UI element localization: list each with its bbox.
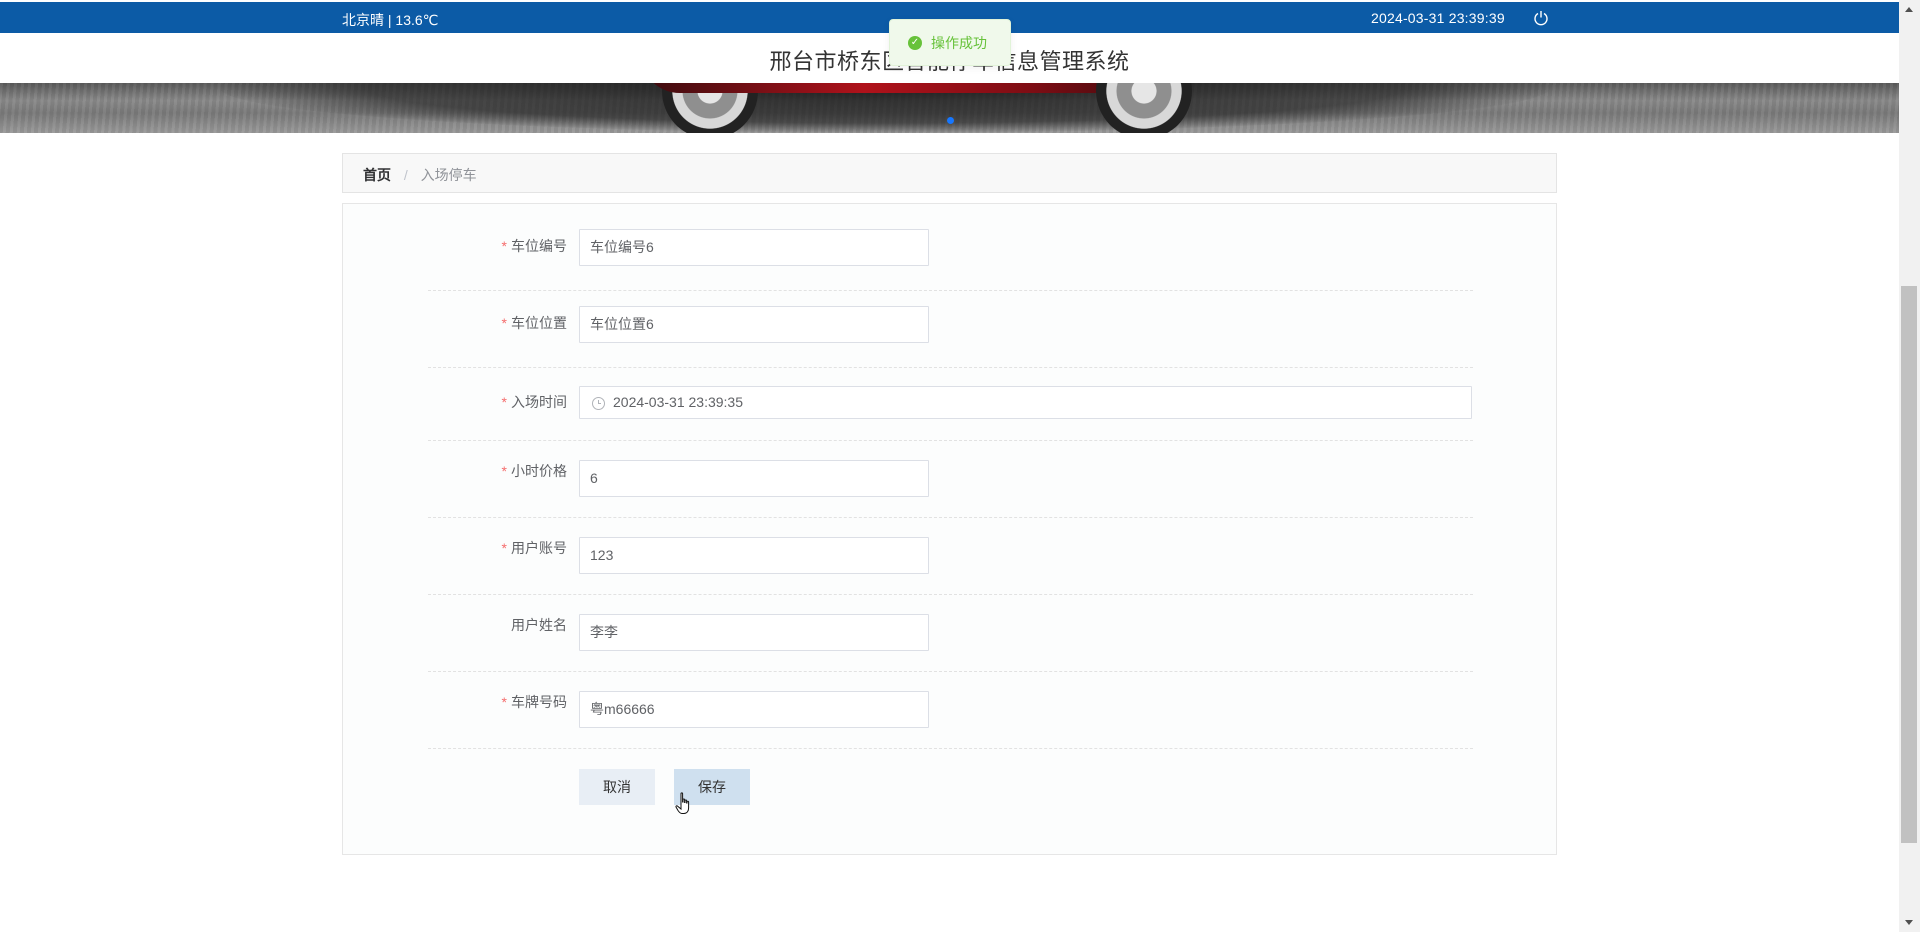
parking-entry-form: * 车位编号 车位编号6 * 车位位置 车位位置6 * 入场时间 2024-03-31… — [342, 203, 1557, 855]
label-text: 入场时间 — [511, 394, 567, 410]
required-mark: * — [501, 315, 507, 331]
cancel-button[interactable]: 取消 — [579, 769, 655, 805]
weather-text: 北京晴 | 13.6℃ — [342, 12, 439, 28]
clock-icon — [592, 397, 605, 410]
datetime-text: 2024-03-31 23:39:39 — [1371, 10, 1505, 26]
success-toast: ✓ 操作成功 — [889, 19, 1011, 66]
label-text: 车牌号码 — [511, 694, 567, 710]
user-name-label: 用户姓名 — [428, 615, 567, 635]
space-location-input[interactable]: 车位位置6 — [579, 306, 929, 343]
scroll-down-arrow-icon[interactable] — [1905, 920, 1913, 925]
app-root: 北京晴 | 13.6℃ 2024-03-31 23:39:39 邢台市桥东区智能… — [0, 0, 1920, 932]
hourly-price-input[interactable]: 6 — [579, 460, 929, 497]
label-text: 车位编号 — [511, 238, 567, 254]
required-mark: * — [501, 463, 507, 479]
space-number-input[interactable]: 车位编号6 — [579, 229, 929, 266]
required-mark: * — [501, 238, 507, 254]
entry-time-label: * 入场时间 — [428, 392, 567, 412]
user-account-label: * 用户账号 — [428, 538, 567, 558]
scroll-up-arrow-icon[interactable] — [1905, 7, 1913, 12]
required-mark: * — [501, 394, 507, 410]
form-row-user-account: * 用户账号 123 — [428, 518, 1473, 595]
banner-carousel — [0, 83, 1899, 133]
toast-message: 操作成功 — [931, 34, 987, 51]
label-text: 用户姓名 — [511, 617, 567, 633]
form-row-hourly-price: * 小时价格 6 — [428, 441, 1473, 518]
breadcrumb-separator: / — [403, 167, 408, 183]
form-row-entry-time: * 入场时间 2024-03-31 23:39:35 — [428, 368, 1473, 441]
breadcrumb-home[interactable]: 首页 — [363, 167, 391, 183]
form-row-user-name: 用户姓名 李李 — [428, 595, 1473, 672]
form-row-space-location: * 车位位置 车位位置6 — [428, 291, 1473, 368]
label-text: 小时价格 — [511, 463, 567, 479]
page-scrollbar[interactable] — [1899, 0, 1920, 932]
breadcrumb: 首页 / 入场停车 — [342, 153, 1557, 193]
label-text: 车位位置 — [511, 315, 567, 331]
plate-number-input[interactable]: 粤m66666 — [579, 691, 929, 728]
breadcrumb-current: 入场停车 — [420, 167, 477, 183]
form-row-space-number: * 车位编号 车位编号6 — [428, 229, 1473, 291]
hourly-price-label: * 小时价格 — [428, 461, 567, 481]
check-circle-icon: ✓ — [908, 35, 922, 50]
user-name-input[interactable]: 李李 — [579, 614, 929, 651]
carousel-indicator[interactable] — [947, 117, 954, 124]
space-number-label: * 车位编号 — [428, 236, 567, 256]
user-account-input[interactable]: 123 — [579, 537, 929, 574]
scrollbar-thumb[interactable] — [1901, 286, 1917, 843]
entry-time-picker[interactable]: 2024-03-31 23:39:35 — [579, 386, 1472, 419]
plate-number-label: * 车牌号码 — [428, 692, 567, 712]
required-mark: * — [501, 540, 507, 556]
space-location-label: * 车位位置 — [428, 313, 567, 333]
hand-cursor-icon — [675, 792, 690, 814]
required-mark: * — [501, 694, 507, 710]
form-row-plate-number: * 车牌号码 粤m66666 — [428, 672, 1473, 749]
label-text: 用户账号 — [511, 540, 567, 556]
entry-time-value: 2024-03-31 23:39:35 — [613, 394, 743, 410]
power-icon[interactable] — [1533, 10, 1549, 26]
